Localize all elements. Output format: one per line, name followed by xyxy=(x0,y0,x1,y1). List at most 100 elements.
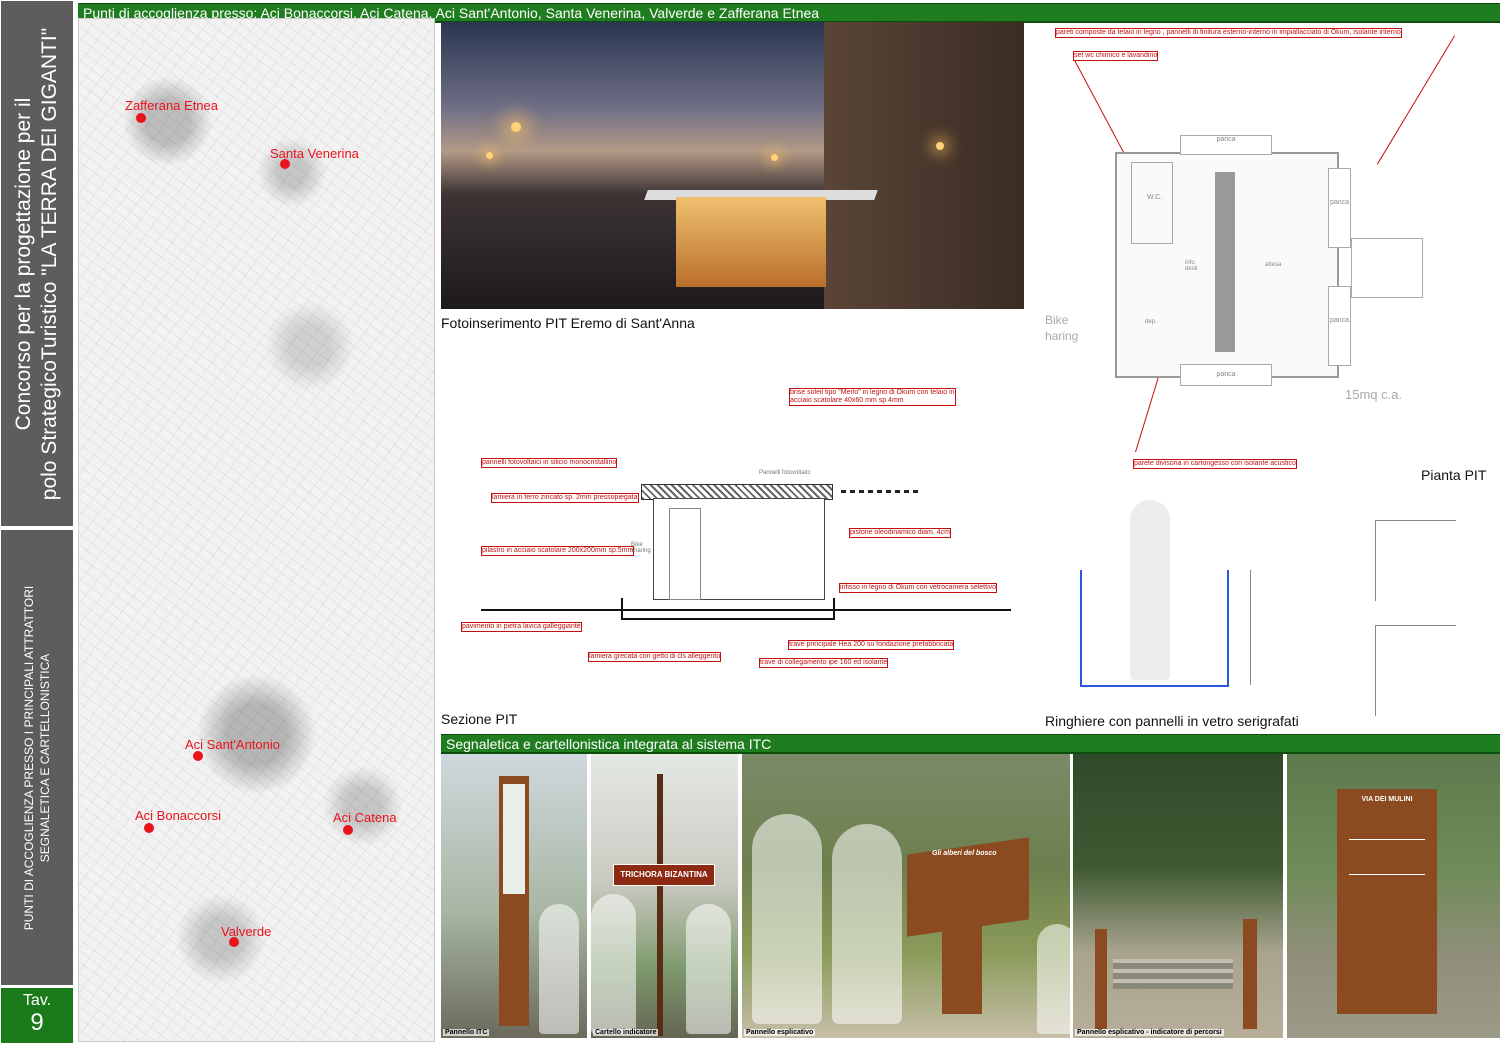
plan-bench-bottom: panca xyxy=(1180,364,1272,386)
leader-line xyxy=(1074,60,1132,167)
plan-note-wc: set wc chimico e lavandino xyxy=(1073,51,1159,61)
human-silhouette xyxy=(752,814,822,1024)
lamp-light xyxy=(511,122,521,132)
section-note-piston: pistone oleodinamico diam. 4cm xyxy=(849,528,951,538)
title-line-2: polo StrategicoTuristico "LA TERRA DEI G… xyxy=(38,27,61,500)
subtitle-line-2: SEGNALETICA E CARTELLONISTICA xyxy=(38,653,52,862)
mulini-title: VIA DEI MULINI xyxy=(1361,796,1413,803)
plan-area-label: 15mq c.a. xyxy=(1345,387,1403,402)
section-note-link-beam: trave di collegamento ipe 160 ed isolant… xyxy=(759,658,889,668)
section-note-brise-soleil: brise soleil tipo "Merlo" in legno di Ok… xyxy=(789,388,956,406)
photo-indicatore-percorsi: Pannello esplicativo - indicatore di per… xyxy=(1073,754,1283,1038)
plan-label-attesa: attesa xyxy=(1265,262,1282,268)
lamp-light xyxy=(936,142,944,150)
map-marker-aci-bonaccorsi[interactable] xyxy=(144,823,154,833)
section-brise-soleil xyxy=(841,490,921,493)
map-label-valverde: Valverde xyxy=(221,924,272,939)
short-post xyxy=(1243,919,1257,1029)
section-note-sheet: lamiera in ferro zincato sp. 2mm pressop… xyxy=(491,493,639,503)
map-marker-aci-catena[interactable] xyxy=(343,825,353,835)
plan-note-walls: pareti composte da telaio in legno , pan… xyxy=(1055,28,1402,38)
map-label-zafferana: Zafferana Etnea xyxy=(125,98,218,113)
section-door xyxy=(669,508,701,600)
railing-drawings xyxy=(1045,495,1500,720)
plan-counter xyxy=(1215,172,1235,352)
section-note-floor: pavimento in pietra lavica galleggiante xyxy=(461,622,582,632)
plan-label-info: info desk xyxy=(1185,260,1198,272)
pole xyxy=(657,774,663,1036)
caption-indicatore-percorsi: Pannello esplicativo - indicatore di per… xyxy=(1075,1029,1224,1036)
photo-via-dei-mulini: VIA DEI MULINI xyxy=(1287,754,1500,1038)
render-photo-eremo xyxy=(441,22,1024,309)
mulini-panel xyxy=(1337,789,1437,1014)
section-note-main-beam: trave principale Hea 200 su fondazione p… xyxy=(788,640,955,650)
map-label-aci-bonaccorsi: Aci Bonaccorsi xyxy=(135,808,221,823)
stone-wall xyxy=(1113,959,1233,989)
section-note-pv: pannelli fotovoltaici in silicio monocri… xyxy=(481,458,618,468)
caption-cartello-indicatore: Cartello indicatore xyxy=(593,1029,659,1036)
caption-pannello-itc: Pannello ITC xyxy=(443,1029,490,1036)
section-note-window: infisso in legno di Okum con vetrocamera… xyxy=(839,583,998,593)
plan-wc-room xyxy=(1131,162,1173,244)
section-caption: Sezione PIT xyxy=(441,711,518,727)
sign-trichora: TRICHORA BIZANTINA xyxy=(613,864,715,886)
section-foundation xyxy=(621,598,835,620)
human-silhouette xyxy=(1130,500,1170,680)
railings-caption: Ringhiere con pannelli in vetro serigraf… xyxy=(1045,713,1299,729)
project-title: Concorso per la progettazione per il pol… xyxy=(11,4,63,524)
leader-line xyxy=(1376,35,1455,165)
plan-caption: Pianta PIT xyxy=(1421,467,1487,483)
subtitle-line-1: PUNTI DI ACCOGLIENZA PRESSO I PRINCIPALI… xyxy=(22,585,36,930)
section-bike-label: Bike sharing xyxy=(631,542,651,554)
human-silhouette xyxy=(686,904,731,1034)
human-silhouette xyxy=(1037,924,1070,1034)
mulini-route-map xyxy=(1349,839,1425,875)
section-note-deck: lamiera grecata con getto di cls allegge… xyxy=(588,652,722,662)
section-note-column: pilastro in acciaio scatolare 200x200mm … xyxy=(481,546,635,556)
header-signage: Segnaletica e cartellonistica integrata … xyxy=(441,734,1500,754)
human-silhouette xyxy=(539,904,579,1034)
photo-pannello-esplicativo: Gli alberi del bosco Pannello esplicativ… xyxy=(742,754,1070,1038)
plan-side-element xyxy=(1351,238,1423,298)
railing-section xyxy=(1250,570,1331,685)
title-line-1: Concorso per la progettazione per il xyxy=(12,97,35,430)
plan-bench-right-2: panca xyxy=(1328,286,1351,366)
caption-pannello-esplicativo: Pannello esplicativo xyxy=(744,1029,816,1036)
short-post xyxy=(1095,929,1107,1029)
plan-note-partition: parete divisoria in cartongesso con isol… xyxy=(1133,459,1297,469)
map-marker-santa-venerina[interactable] xyxy=(280,159,290,169)
church-facade xyxy=(824,22,1024,309)
plan-label-dep: dep. xyxy=(1145,319,1157,325)
section-pv-label: Pannelli fotovoltaici xyxy=(759,470,811,476)
territory-map[interactable]: Zafferana Etnea Santa Venerina Aci Sant'… xyxy=(78,18,435,1042)
lamp-light xyxy=(486,152,493,159)
map-marker-zafferana[interactable] xyxy=(136,113,146,123)
sheet-subtitle: PUNTI DI ACCOGLIENZA PRESSO I PRINCIPALI… xyxy=(21,538,53,978)
railing-detail-1 xyxy=(1375,520,1456,601)
plan-label-wc: W.C. xyxy=(1147,194,1163,201)
plan-bike-label: Bike haring xyxy=(1045,313,1079,343)
human-silhouette xyxy=(832,824,902,1024)
lamp-light xyxy=(771,154,778,161)
plan-drawing: pareti composte da telaio in legno , pan… xyxy=(1035,22,1500,482)
tav-number: 9 xyxy=(30,1009,44,1036)
plan-bench-top: panca xyxy=(1180,135,1272,155)
map-marker-valverde[interactable] xyxy=(229,937,239,947)
railing-detail-2 xyxy=(1375,625,1456,716)
plan-bench-right-1: panca xyxy=(1328,168,1351,248)
photo-cartello-indicatore: TRICHORA BIZANTINA Cartello indicatore xyxy=(591,754,738,1038)
human-silhouette xyxy=(591,894,636,1034)
left-banner: Concorso per la progettazione per il pol… xyxy=(0,0,74,1044)
photo-pannello-itc: Pannello ITC xyxy=(441,754,587,1038)
note-text: brise soleil tipo "Merlo" in legno di Ok… xyxy=(790,389,955,404)
kiosk-render xyxy=(676,197,826,287)
sheet-number-badge: Tav. 9 xyxy=(1,988,73,1043)
tav-label: Tav. xyxy=(22,992,52,1009)
map-marker-aci-santantonio[interactable] xyxy=(193,751,203,761)
subtitle-panel: PUNTI DI ACCOGLIENZA PRESSO I PRINCIPALI… xyxy=(1,530,73,985)
map-label-aci-catena: Aci Catena xyxy=(333,810,397,825)
itc-sign-panel xyxy=(503,784,525,894)
map-label-aci-santantonio: Aci Sant'Antonio xyxy=(185,737,280,752)
panel-stand xyxy=(942,924,982,1014)
panel-title: Gli alberi del bosco xyxy=(932,850,997,857)
